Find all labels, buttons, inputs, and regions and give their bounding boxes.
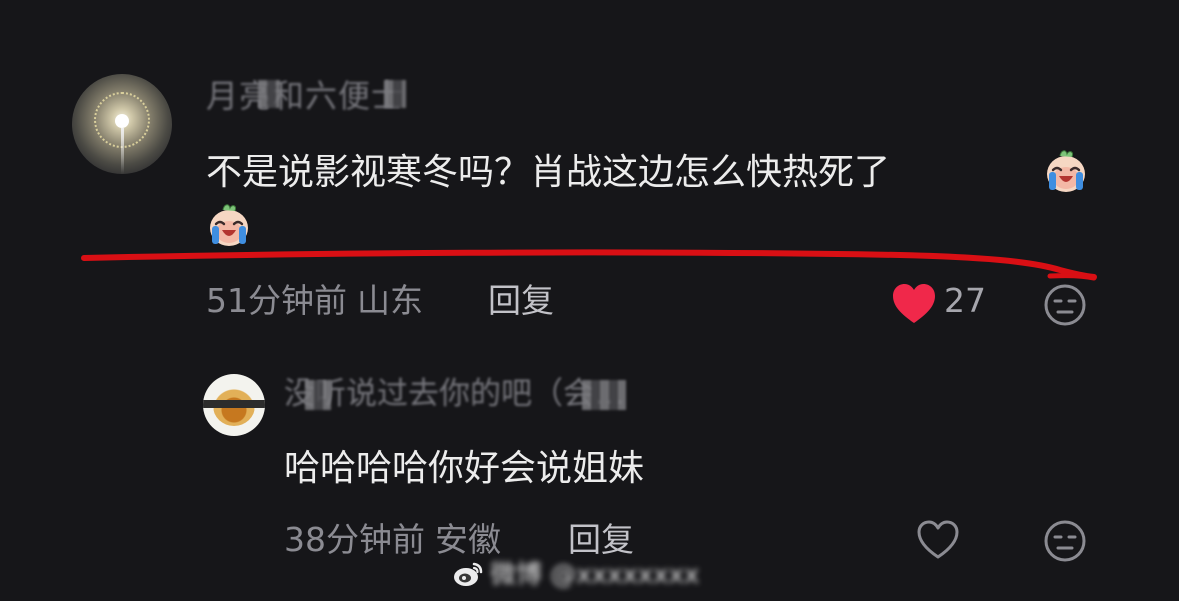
watermark-text: 微博 @xxxxxxxx xyxy=(490,560,700,590)
comment-location: 山东 xyxy=(357,281,423,320)
crying-laughing-emoji-icon xyxy=(1047,150,1085,192)
commenter-avatar[interactable] xyxy=(72,74,172,174)
username-mosaic xyxy=(258,80,280,108)
neutral-face-icon[interactable] xyxy=(1043,283,1087,327)
reply-meta: 38分钟前 安徽 xyxy=(284,519,501,561)
weibo-watermark: 微博 @xxxxxxxx xyxy=(452,556,722,592)
username-mosaic xyxy=(305,380,331,410)
reply-text: 哈哈哈哈你好会说姐妹 xyxy=(284,448,645,489)
username-mosaic xyxy=(582,380,626,410)
like-count: 27 xyxy=(944,281,986,320)
replier-avatar[interactable] xyxy=(203,374,265,436)
heart-filled-icon[interactable] xyxy=(891,283,937,325)
comment-text: 不是说影视寒冬吗？肖战这边怎么快热死了 xyxy=(206,150,1116,196)
comment-meta: 51分钟前 山东 xyxy=(206,280,423,322)
reply-time: 38分钟前 xyxy=(284,520,425,559)
reply-location: 安徽 xyxy=(435,520,501,559)
comment-thread: 月亮和六便士 不是说影视寒冬吗？肖战这边怎么快热死了 51分钟前 山东 回复 2… xyxy=(0,0,1179,601)
comment-text-line1: 不是说影视寒冬吗？肖战这边怎么快热死了 xyxy=(206,152,891,193)
reply-button[interactable]: 回复 xyxy=(488,280,554,322)
commenter-username[interactable]: 月亮和六便士 xyxy=(206,76,404,116)
replier-username[interactable]: 没听说过去你的吧（会… xyxy=(284,374,625,414)
weibo-logo-icon xyxy=(454,562,483,586)
red-underline-annotation xyxy=(81,249,1097,281)
reply-button[interactable]: 回复 xyxy=(568,519,634,561)
neutral-face-icon[interactable] xyxy=(1043,519,1087,563)
username-mosaic xyxy=(384,80,406,108)
heart-outline-icon[interactable] xyxy=(915,519,961,561)
comment-time: 51分钟前 xyxy=(206,281,347,320)
